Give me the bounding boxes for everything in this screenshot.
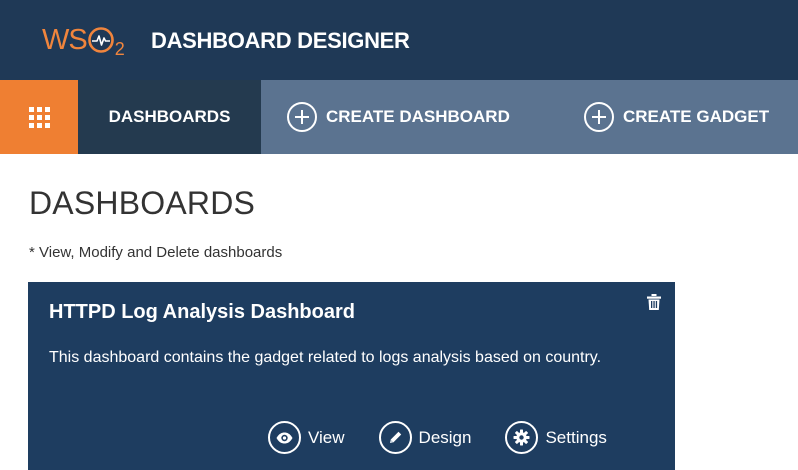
nav-dashboards-label: DASHBOARDS xyxy=(108,107,231,126)
app-title: DASHBOARD DESIGNER xyxy=(151,28,410,53)
page-title: DASHBOARDS xyxy=(29,185,256,221)
trash-icon[interactable] xyxy=(647,294,661,310)
logo-sub-text: 2 xyxy=(114,38,125,59)
grid-icon xyxy=(28,106,50,128)
plus-circle-icon xyxy=(287,102,317,132)
nav-create-gadget[interactable]: CREATE GADGET xyxy=(584,80,769,154)
view-label: View xyxy=(308,427,345,447)
dashboard-card: HTTPD Log Analysis Dashboard This dashbo… xyxy=(28,282,675,470)
wso2-logo[interactable]: WS 2 xyxy=(42,22,125,59)
eye-icon xyxy=(268,421,301,454)
app-header: WS 2 DASHBOARD DESIGNER xyxy=(0,0,798,80)
logo-ws-text: WS xyxy=(42,23,88,56)
dashboard-card-title: HTTPD Log Analysis Dashboard xyxy=(49,301,355,323)
nav-create-gadget-label: CREATE GADGET xyxy=(623,107,770,126)
nav-create-dashboard-label: CREATE DASHBOARD xyxy=(326,107,510,126)
nav-dashboards[interactable]: DASHBOARDS xyxy=(78,80,261,154)
main-nav: DASHBOARDS CREATE DASHBOARD CREATE GADGE… xyxy=(0,80,798,154)
plus-circle-icon xyxy=(584,102,614,132)
page-subtitle: * View, Modify and Delete dashboards xyxy=(29,244,283,261)
gear-icon xyxy=(505,421,539,454)
view-button[interactable]: View xyxy=(268,421,345,454)
settings-button[interactable]: Settings xyxy=(505,421,607,454)
pencil-icon xyxy=(378,421,412,454)
logo-o-icon xyxy=(87,27,114,53)
nav-create-dashboard[interactable]: CREATE DASHBOARD xyxy=(287,80,510,154)
settings-label: Settings xyxy=(545,427,607,447)
design-button[interactable]: Design xyxy=(378,421,472,454)
menu-grid-button[interactable] xyxy=(0,80,78,154)
design-label: Design xyxy=(418,427,472,447)
dashboard-card-description: This dashboard contains the gadget relat… xyxy=(49,349,602,366)
dashboard-card-actions: View Design Settings xyxy=(268,421,607,454)
